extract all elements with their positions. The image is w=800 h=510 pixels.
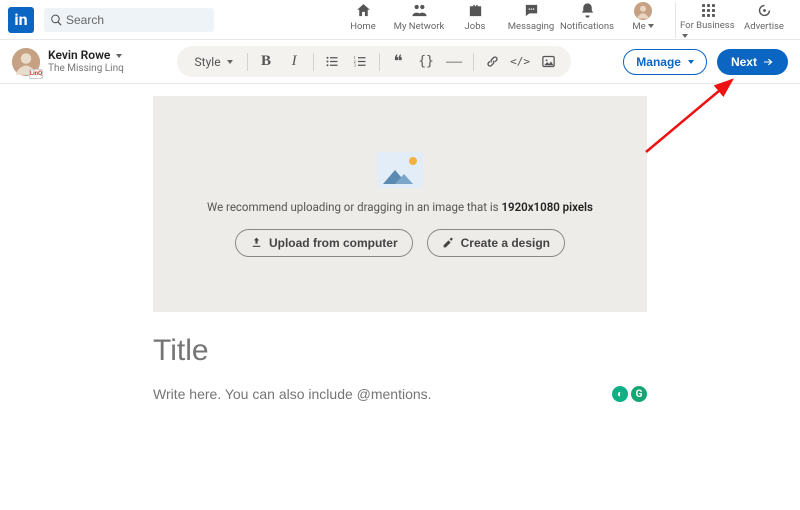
nav-business-label: For Business <box>680 20 736 42</box>
embed-button[interactable]: </> <box>508 49 533 74</box>
author-block[interactable]: LinQ Kevin Rowe The Missing Linq <box>12 48 124 76</box>
search-wrap <box>44 8 214 32</box>
chevron-down-icon <box>227 60 233 64</box>
svg-text:3: 3 <box>353 63 356 68</box>
nav-notifications-label: Notifications <box>560 21 614 32</box>
editor-stage: We recommend uploading or dragging in an… <box>0 84 800 402</box>
home-icon <box>355 2 372 20</box>
nav-me-label: Me <box>632 21 653 32</box>
nav-me[interactable]: Me <box>615 0 671 40</box>
nav-advertise[interactable]: Advertise <box>736 0 792 40</box>
message-icon <box>523 2 540 20</box>
create-design-button[interactable]: Create a design <box>427 229 565 257</box>
search-input[interactable] <box>44 8 214 32</box>
italic-button[interactable]: I <box>282 49 307 74</box>
style-dropdown[interactable]: Style <box>187 49 241 74</box>
company-badge: LinQ <box>29 69 43 79</box>
chevron-down-icon <box>648 24 654 28</box>
linkedin-logo[interactable]: in <box>8 7 34 33</box>
title-input[interactable] <box>153 334 647 368</box>
code-block-button[interactable]: {} <box>414 49 439 74</box>
nav-jobs-label: Jobs <box>465 21 486 32</box>
manage-button[interactable]: Manage <box>623 49 707 75</box>
author-avatar: LinQ <box>12 48 40 76</box>
nav-messaging[interactable]: Messaging <box>503 0 559 40</box>
divider-button[interactable]: — <box>442 49 467 74</box>
network-icon <box>411 2 428 20</box>
nav-network[interactable]: My Network <box>391 0 447 40</box>
right-actions: Manage Next <box>623 49 788 75</box>
numbered-list-button[interactable]: 123 <box>348 49 373 74</box>
editor-toolbar-row: LinQ Kevin Rowe The Missing Linq Style B… <box>0 40 800 84</box>
nav-messaging-label: Messaging <box>508 21 555 32</box>
toolbar-divider <box>313 53 314 71</box>
nav-business[interactable]: For Business <box>680 0 736 40</box>
nav-home[interactable]: Home <box>335 0 391 40</box>
image-placeholder-icon <box>377 152 423 188</box>
nav-items: Home My Network Jobs Messaging Notificat… <box>335 0 792 40</box>
link-button[interactable] <box>480 49 505 74</box>
nav-advertise-label: Advertise <box>744 21 784 32</box>
briefcase-icon <box>467 2 484 20</box>
target-icon <box>756 2 773 20</box>
author-subtitle: The Missing Linq <box>48 63 124 74</box>
upload-button[interactable]: Upload from computer <box>235 229 413 257</box>
body-input[interactable] <box>153 386 604 402</box>
editor-area: ◐ G <box>153 334 647 402</box>
design-icon <box>442 236 455 249</box>
avatar-icon <box>634 2 652 20</box>
bullet-list-icon <box>325 54 340 69</box>
extension-badges: ◐ G <box>612 386 647 402</box>
nav-home-label: Home <box>350 21 376 32</box>
chevron-down-icon <box>116 54 122 58</box>
author-name: Kevin Rowe <box>48 49 124 62</box>
format-toolbar: Style B I 123 ❝ {} — </> <box>177 46 571 77</box>
bullet-list-button[interactable] <box>320 49 345 74</box>
image-button[interactable] <box>536 49 561 74</box>
nav-jobs[interactable]: Jobs <box>447 0 503 40</box>
extension-icon[interactable]: ◐ <box>612 386 628 402</box>
grid-icon <box>700 2 717 19</box>
nav-notifications[interactable]: Notifications <box>559 0 615 40</box>
chevron-down-icon <box>688 60 694 64</box>
search-icon <box>50 13 63 26</box>
image-icon <box>541 54 556 69</box>
next-button[interactable]: Next <box>717 49 788 75</box>
upload-icon <box>250 236 263 249</box>
toolbar-divider <box>247 53 248 71</box>
toolbar-divider <box>473 53 474 71</box>
bold-button[interactable]: B <box>254 49 279 74</box>
cover-upload-area[interactable]: We recommend uploading or dragging in an… <box>153 96 647 312</box>
arrow-right-icon <box>762 56 774 68</box>
nav-network-label: My Network <box>394 21 445 32</box>
top-nav: in Home My Network Jobs Messaging Notifi… <box>0 0 800 40</box>
toolbar-divider <box>379 53 380 71</box>
grammarly-icon[interactable]: G <box>631 386 647 402</box>
cover-hint-text: We recommend uploading or dragging in an… <box>207 200 593 214</box>
chevron-down-icon <box>682 34 688 38</box>
quote-button[interactable]: ❝ <box>386 49 411 74</box>
numbered-list-icon: 123 <box>353 54 368 69</box>
link-icon <box>485 54 500 69</box>
bell-icon <box>579 2 596 20</box>
nav-divider <box>675 2 676 38</box>
